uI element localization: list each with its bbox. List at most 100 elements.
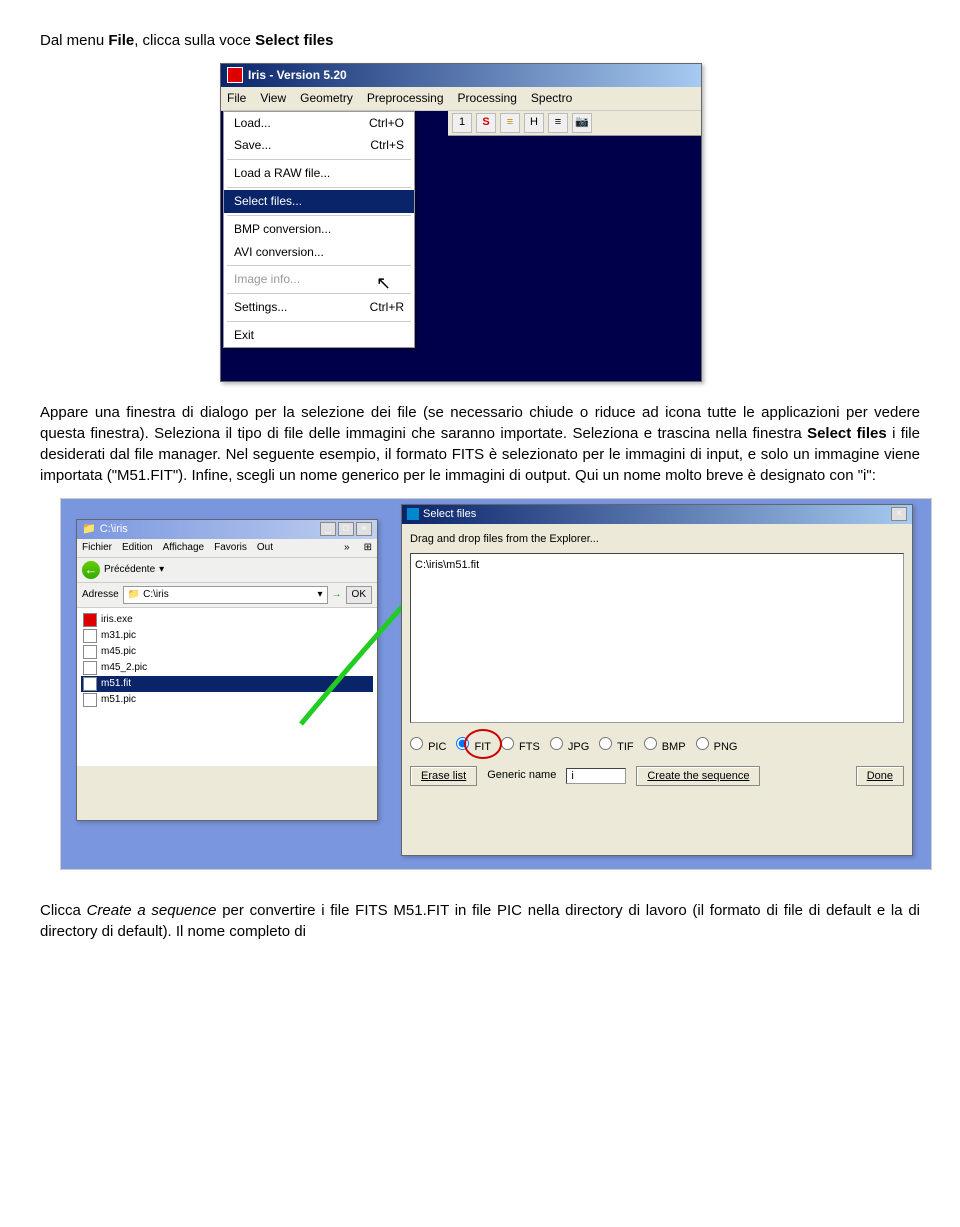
em-affichage[interactable]: Affichage xyxy=(163,541,205,555)
pic-icon xyxy=(83,629,97,643)
generic-name-input[interactable] xyxy=(566,768,626,784)
file-dropdown[interactable]: Load...Ctrl+O Save...Ctrl+S Load a RAW f… xyxy=(223,111,415,348)
explorer-window: 📁 C:\iris _ □ × Fichier Edition Affichag… xyxy=(76,519,378,821)
dd-load[interactable]: Load...Ctrl+O xyxy=(224,112,414,135)
menu-view[interactable]: View xyxy=(260,90,286,107)
addr-field[interactable]: 📁 C:\iris ▾ xyxy=(123,586,328,604)
iris-titlebar: Iris - Version 5.20 xyxy=(221,64,701,87)
button-row: Erase list Generic name Create the seque… xyxy=(410,766,904,786)
dd-save[interactable]: Save...Ctrl+S xyxy=(224,134,414,157)
pic-icon xyxy=(83,693,97,707)
file-item[interactable]: m45_2.pic xyxy=(81,660,373,676)
dd-exit[interactable]: Exit xyxy=(224,324,414,347)
em-out[interactable]: Out xyxy=(257,541,273,555)
explorer-menubar[interactable]: Fichier Edition Affichage Favoris Out » … xyxy=(77,539,377,558)
dropped-file: C:\iris\m51.fit xyxy=(415,559,479,571)
toolbar-btn-h[interactable]: H xyxy=(524,113,544,133)
iris-toolbar: 1 S ≡ H ≡ 📷 xyxy=(448,111,701,136)
addr-label: Adresse xyxy=(82,588,119,602)
close-icon[interactable]: × xyxy=(891,507,907,521)
radio-png[interactable]: PNG xyxy=(696,737,738,755)
em-more[interactable]: » xyxy=(344,541,350,555)
radio-jpg[interactable]: JPG xyxy=(550,737,589,755)
go-icon[interactable]: → xyxy=(332,588,342,602)
ok-button[interactable]: OK xyxy=(346,586,372,604)
explorer-address-bar: Adresse 📁 C:\iris ▾ → OK xyxy=(77,583,377,608)
toolbar-btn-camera-icon[interactable]: 📷 xyxy=(572,113,592,133)
explorer-title-text: C:\iris xyxy=(100,522,128,537)
select-files-title: Select files xyxy=(423,507,476,522)
toolbar-btn-s[interactable]: S xyxy=(476,113,496,133)
folder-icon: 📁 xyxy=(128,588,140,602)
windows-logo-icon: ⊞ xyxy=(364,541,372,555)
iris-app-icon xyxy=(227,67,243,83)
create-sequence-button[interactable]: Create the sequence xyxy=(636,766,760,786)
maximize-icon[interactable]: □ xyxy=(338,522,354,536)
cursor-icon: ↖ xyxy=(376,271,391,296)
radio-tif[interactable]: TIF xyxy=(599,737,633,755)
menu-geometry[interactable]: Geometry xyxy=(300,90,353,107)
menu-spectro[interactable]: Spectro xyxy=(531,90,572,107)
select-files-window: Select files × Drag and drop files from … xyxy=(401,504,913,856)
em-favoris[interactable]: Favoris xyxy=(214,541,247,555)
done-button[interactable]: Done xyxy=(856,766,904,786)
file-item[interactable]: m51.pic xyxy=(81,692,373,708)
iris-title: Iris - Version 5.20 xyxy=(248,67,347,84)
dd-sep xyxy=(227,159,411,160)
back-label[interactable]: Précédente xyxy=(104,563,155,577)
fit-icon xyxy=(83,677,97,691)
dd-avi-conversion[interactable]: AVI conversion... xyxy=(224,241,414,264)
generic-name-label: Generic name xyxy=(487,768,556,783)
iris-content: 1 S ≡ H ≡ 📷 Load...Ctrl+O Save...Ctrl+S … xyxy=(221,111,701,381)
back-icon[interactable]: ← xyxy=(82,561,100,579)
menu-processing[interactable]: Processing xyxy=(458,90,517,107)
select-files-body: Drag and drop files from the Explorer...… xyxy=(402,524,912,794)
drop-area[interactable]: C:\iris\m51.fit xyxy=(410,553,904,723)
dd-load-raw[interactable]: Load a RAW file... xyxy=(224,162,414,185)
menu-file[interactable]: File xyxy=(227,90,246,107)
file-list: iris.exe m31.pic m45.pic m45_2.pic m51.f… xyxy=(77,608,377,766)
em-edition[interactable]: Edition xyxy=(122,541,153,555)
file-item-selected[interactable]: m51.fit xyxy=(81,676,373,692)
file-item[interactable]: m45.pic xyxy=(81,644,373,660)
radio-fts[interactable]: FTS xyxy=(501,737,540,755)
addr-value: C:\iris xyxy=(143,588,169,602)
iris-menubar[interactable]: File View Geometry Preprocessing Process… xyxy=(221,87,701,111)
menu-preprocessing[interactable]: Preprocessing xyxy=(367,90,444,107)
select-files-titlebar: Select files × xyxy=(402,505,912,524)
file-item[interactable]: m31.pic xyxy=(81,628,373,644)
dd-settings[interactable]: Settings...Ctrl+R xyxy=(224,296,414,319)
folder-icon: 📁 xyxy=(82,522,96,537)
para-1: Dal menu File, clicca sulla voce Select … xyxy=(40,30,920,51)
iris-window: Iris - Version 5.20 File View Geometry P… xyxy=(220,63,702,382)
close-icon[interactable]: × xyxy=(356,522,372,536)
erase-list-button[interactable]: Erase list xyxy=(410,766,477,786)
format-radio-row: PIC FIT FTS JPG TIF BMP PNG xyxy=(410,737,904,755)
drag-hint: Drag and drop files from the Explorer... xyxy=(410,532,904,547)
file-item[interactable]: iris.exe xyxy=(81,612,373,628)
toolbar-btn-list[interactable]: ≡ xyxy=(500,113,520,133)
dropdown-icon[interactable]: ▾ xyxy=(318,588,323,602)
dropdown-icon[interactable]: ▾ xyxy=(159,563,164,577)
pic-icon xyxy=(83,645,97,659)
exe-icon xyxy=(83,613,97,627)
para-2: Appare una finestra di dialogo per la se… xyxy=(40,402,920,486)
dd-bmp-conversion[interactable]: BMP conversion... xyxy=(224,218,414,241)
em-fichier[interactable]: Fichier xyxy=(82,541,112,555)
toolbar-btn-lines[interactable]: ≡ xyxy=(548,113,568,133)
toolbar-btn-1[interactable]: 1 xyxy=(452,113,472,133)
dd-select-files[interactable]: Select files... xyxy=(224,190,414,213)
dd-sep xyxy=(227,187,411,188)
minimize-icon[interactable]: _ xyxy=(320,522,336,536)
explorer-nav: ← Précédente ▾ xyxy=(77,558,377,583)
para-3: Clicca Create a sequence per convertire … xyxy=(40,900,920,942)
composite-area: 📁 C:\iris _ □ × Fichier Edition Affichag… xyxy=(60,498,932,870)
explorer-titlebar: 📁 C:\iris _ □ × xyxy=(77,520,377,539)
dd-sep xyxy=(227,321,411,322)
radio-pic[interactable]: PIC xyxy=(410,737,446,755)
radio-bmp[interactable]: BMP xyxy=(644,737,686,755)
radio-fit[interactable]: FIT xyxy=(456,737,491,755)
pic-icon xyxy=(83,661,97,675)
dd-sep xyxy=(227,265,411,266)
dd-sep xyxy=(227,215,411,216)
